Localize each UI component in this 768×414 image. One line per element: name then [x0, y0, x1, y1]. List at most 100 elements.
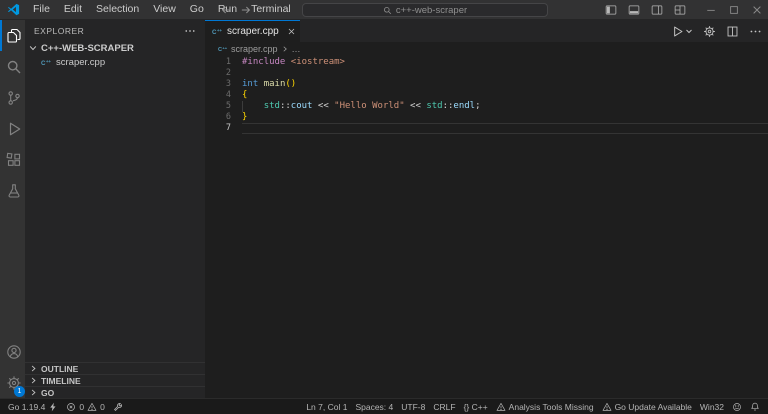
menu-go[interactable]: Go [183, 0, 211, 19]
activity-extensions[interactable] [0, 144, 25, 175]
run-file-button[interactable] [671, 25, 693, 38]
activity-search[interactable] [0, 51, 25, 82]
breadcrumb: C++scraper.cpp… [205, 42, 768, 55]
status-platform[interactable]: Win32 [696, 399, 728, 414]
section-outline[interactable]: OUTLINE [25, 362, 205, 374]
search-icon [383, 6, 392, 15]
menu-edit[interactable]: Edit [57, 0, 89, 19]
chevron-down-icon [28, 43, 38, 53]
split-icon [726, 25, 739, 38]
layout-sidebar-icon [605, 4, 617, 16]
code-editor[interactable]: 1#include <iostream>23int main()4{5 std:… [205, 55, 768, 398]
chevron-down-mini-icon [685, 27, 693, 35]
code-line-3: 3int main() [205, 79, 768, 90]
beaker-icon [6, 183, 22, 199]
activity-settings[interactable]: 1 [0, 367, 25, 398]
close-button[interactable] [745, 0, 768, 20]
title-bar: FileEditSelectionViewGoRunTerminal⋯ c++-… [0, 0, 768, 20]
error-icon [66, 402, 76, 412]
status-encoding[interactable]: UTF-8 [397, 399, 429, 414]
line-number: 4 [205, 90, 242, 101]
line-number: 1 [205, 57, 242, 68]
breadcrumb-item[interactable]: scraper.cpp [231, 44, 278, 54]
section-label: GO [41, 388, 54, 398]
activity-accounts[interactable] [0, 336, 25, 367]
activity-run-and-debug[interactable] [0, 113, 25, 144]
menu-view[interactable]: View [146, 0, 183, 19]
breadcrumb-item[interactable]: … [292, 44, 301, 54]
tab-scraper-cpp[interactable]: C++ scraper.cpp [205, 20, 300, 42]
activity-source-control[interactable] [0, 82, 25, 113]
file-label: scraper.cpp [56, 57, 105, 68]
line-number: 2 [205, 68, 242, 79]
status-go-tools[interactable] [109, 399, 127, 414]
activity-explorer[interactable] [0, 20, 25, 51]
tools-icon [113, 402, 123, 412]
status-language-mode[interactable]: {} C++ [460, 399, 492, 414]
status-go-version[interactable]: Go 1.19.4 [4, 399, 62, 414]
chevron-right-icon [29, 364, 38, 373]
search-label: c++-web-scraper [396, 5, 467, 16]
svg-text:++: ++ [46, 59, 52, 64]
layout-secondary-icon [651, 4, 663, 16]
status-analysis-tools-missing[interactable]: Analysis Tools Missing [492, 399, 598, 414]
section-timeline[interactable]: TIMELINE [25, 374, 205, 386]
chevron-right-icon [29, 376, 38, 385]
warning-icon [602, 402, 612, 412]
zap-icon [48, 402, 58, 412]
status-eol-sequence[interactable]: CRLF [429, 399, 459, 414]
gear-icon [703, 25, 716, 38]
status-problems[interactable]: 00 [62, 399, 108, 414]
status-feedback[interactable] [728, 399, 746, 414]
menu-terminal[interactable]: Terminal [244, 0, 298, 19]
layout-sidebar-button[interactable] [599, 0, 622, 20]
status-notifications[interactable] [746, 399, 764, 414]
svg-text:++: ++ [222, 45, 227, 50]
section-label: OUTLINE [41, 364, 78, 374]
warning-icon [496, 402, 506, 412]
bell-icon [750, 402, 760, 412]
search-icon [6, 59, 22, 75]
code-line-5: 5 std::cout << "Hello World" << std::end… [205, 101, 768, 112]
minimize-button[interactable] [699, 0, 722, 20]
tab-label: scraper.cpp [227, 26, 279, 37]
layout-customize-button[interactable] [668, 0, 691, 20]
account-icon [6, 344, 22, 360]
settings-badge: 1 [14, 386, 25, 397]
section-label: TIMELINE [41, 376, 81, 386]
line-number: 7 [205, 123, 242, 134]
chevron-right-icon [281, 45, 289, 53]
nav-forward-icon[interactable] [240, 4, 252, 16]
file-scraper.cpp[interactable]: C++scraper.cpp [25, 55, 205, 69]
editor-group: C++ scraper.cpp C++ scraper.cpp … 1#includ… [205, 20, 768, 398]
menu-file[interactable]: File [26, 0, 57, 19]
status-cursor-position[interactable]: Ln 7, Col 1 [302, 399, 351, 414]
ellipsis-icon [749, 25, 762, 38]
line-number: 6 [205, 112, 242, 123]
code-line-7: 7 [205, 123, 768, 134]
layout-secondary-button[interactable] [645, 0, 668, 20]
layout-panel-button[interactable] [622, 0, 645, 20]
command-center-search[interactable]: c++-web-scraper [302, 3, 548, 17]
section-go[interactable]: GO [25, 386, 205, 398]
run-debug-icon [6, 121, 22, 137]
extensions-icon [6, 152, 22, 168]
menu-selection[interactable]: Selection [89, 0, 146, 19]
close-icon[interactable] [287, 27, 296, 36]
nav-back-icon[interactable] [220, 4, 232, 16]
status-go-update[interactable]: Go Update Available [598, 399, 696, 414]
manage-run-button[interactable] [703, 25, 716, 38]
folder-root[interactable]: C++-WEB-SCRAPER [25, 41, 205, 55]
cpp-file-icon: C++ [212, 26, 223, 37]
explorer-more-actions-icon[interactable] [184, 25, 196, 37]
vscode-logo-icon [0, 3, 26, 16]
feedback-icon [732, 402, 742, 412]
status-indentation[interactable]: Spaces: 4 [351, 399, 397, 414]
more-actions-button[interactable] [749, 25, 762, 38]
maximize-icon [728, 4, 740, 16]
activity-testing[interactable] [0, 175, 25, 206]
titlebar-controls [599, 0, 768, 20]
maximize-button[interactable] [722, 0, 745, 20]
split-editor-button[interactable] [726, 25, 739, 38]
source-control-icon [6, 90, 22, 106]
